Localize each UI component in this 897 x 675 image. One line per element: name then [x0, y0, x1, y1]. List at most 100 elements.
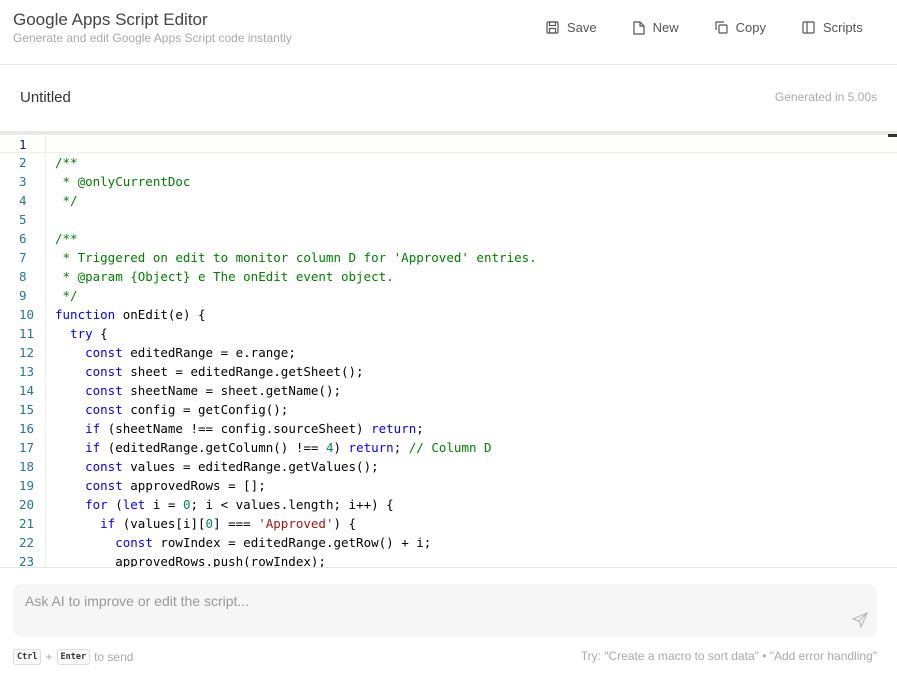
code-token: */	[55, 288, 78, 303]
line-number: 21	[0, 514, 45, 533]
send-button[interactable]	[852, 612, 868, 633]
code-text	[45, 135, 55, 152]
code-token: approvedRows = [];	[123, 478, 266, 493]
line-number: 16	[0, 419, 45, 438]
copy-button[interactable]: Copy	[715, 20, 766, 35]
code-line[interactable]: 13 const sheet = editedRange.getSheet();	[0, 362, 897, 381]
code-text: /**	[45, 229, 78, 248]
code-token	[55, 535, 115, 550]
line-number: 8	[0, 267, 45, 286]
prompt-box	[13, 584, 877, 637]
line-number: 19	[0, 476, 45, 495]
line-number: 11	[0, 324, 45, 343]
toolbar: Save New Copy Scripts	[546, 20, 897, 35]
line-number: 23	[0, 552, 45, 568]
code-text: if (sheetName !== config.sourceSheet) re…	[45, 419, 424, 438]
code-text: const rowIndex = editedRange.getRow() + …	[45, 533, 431, 552]
code-token: */	[55, 193, 78, 208]
code-token: /**	[55, 231, 78, 246]
line-number: 9	[0, 286, 45, 305]
code-token: sheetName = sheet.getName();	[123, 383, 341, 398]
code-text: const editedRange = e.range;	[45, 343, 296, 362]
scripts-label: Scripts	[823, 20, 863, 35]
line-number: 20	[0, 495, 45, 514]
code-token: let	[123, 497, 146, 512]
code-line[interactable]: 23 approvedRows.push(rowIndex);	[0, 552, 897, 568]
code-line[interactable]: 11 try {	[0, 324, 897, 343]
code-line[interactable]: 7 * Triggered on edit to monitor column …	[0, 248, 897, 267]
code-text: const sheetName = sheet.getName();	[45, 381, 341, 400]
new-button[interactable]: New	[633, 20, 679, 35]
code-text: * @param {Object} e The onEdit event obj…	[45, 267, 394, 286]
code-line[interactable]: 20 for (let i = 0; i < values.length; i+…	[0, 495, 897, 514]
code-token: approvedRows.push(rowIndex);	[55, 554, 326, 568]
code-line[interactable]: 16 if (sheetName !== config.sourceSheet)…	[0, 419, 897, 438]
app-header: Google Apps Script Editor Generate and e…	[0, 0, 897, 65]
code-line[interactable]: 21 if (values[i][0] === 'Approved') {	[0, 514, 897, 533]
code-editor[interactable]: 12/**3 * @onlyCurrentDoc4 */56/**7 * Tri…	[0, 131, 897, 568]
save-button[interactable]: Save	[546, 20, 597, 35]
code-text	[45, 210, 55, 229]
code-line[interactable]: 9 */	[0, 286, 897, 305]
code-line[interactable]: 18 const values = editedRange.getValues(…	[0, 457, 897, 476]
copy-icon	[715, 21, 728, 34]
code-text: approvedRows.push(rowIndex);	[45, 552, 326, 568]
code-token	[55, 440, 85, 455]
code-token: * @onlyCurrentDoc	[55, 174, 190, 189]
code-line[interactable]: 1	[0, 134, 897, 153]
code-token: ] ===	[213, 516, 258, 531]
code-token: * @param {Object} e The onEdit event obj…	[55, 269, 394, 284]
line-number: 12	[0, 343, 45, 362]
line-number: 6	[0, 229, 45, 248]
code-line[interactable]: 3 * @onlyCurrentDoc	[0, 172, 897, 191]
code-token: return	[371, 421, 416, 436]
code-text: */	[45, 191, 78, 210]
code-line[interactable]: 14 const sheetName = sheet.getName();	[0, 381, 897, 400]
code-token: )	[333, 440, 348, 455]
new-file-icon	[633, 21, 645, 35]
code-token: config = getConfig();	[123, 402, 289, 417]
scripts-button[interactable]: Scripts	[802, 20, 863, 35]
code-token	[55, 421, 85, 436]
code-token: /**	[55, 155, 78, 170]
line-number: 14	[0, 381, 45, 400]
scrollbar[interactable]	[888, 134, 897, 137]
code-token: if	[85, 421, 100, 436]
code-line[interactable]: 10function onEdit(e) {	[0, 305, 897, 324]
document-title[interactable]: Untitled	[20, 89, 71, 106]
code-token: function	[55, 307, 115, 322]
line-number: 5	[0, 210, 45, 229]
code-token	[55, 383, 85, 398]
code-token: (values[i][	[115, 516, 205, 531]
line-number: 15	[0, 400, 45, 419]
app-title: Google Apps Script Editor	[13, 10, 208, 30]
code-line[interactable]: 17 if (editedRange.getColumn() !== 4) re…	[0, 438, 897, 457]
code-token: try	[70, 326, 93, 341]
code-line[interactable]: 4 */	[0, 191, 897, 210]
code-token	[55, 459, 85, 474]
code-token: const	[85, 402, 123, 417]
code-line[interactable]: 12 const editedRange = e.range;	[0, 343, 897, 362]
code-line[interactable]: 19 const approvedRows = [];	[0, 476, 897, 495]
code-token: const	[85, 345, 123, 360]
code-line[interactable]: 5	[0, 210, 897, 229]
code-line[interactable]: 6 /**	[0, 229, 897, 248]
code-token	[55, 364, 85, 379]
ctrl-key: Ctrl	[13, 649, 41, 665]
code-text: for (let i = 0; i < values.length; i++) …	[45, 495, 394, 514]
code-line[interactable]: 8 * @param {Object} e The onEdit event o…	[0, 267, 897, 286]
code-token: rowIndex = editedRange.getRow() + i;	[153, 535, 431, 550]
code-line[interactable]: 15 const config = getConfig();	[0, 400, 897, 419]
code-token: // Column D	[409, 440, 492, 455]
send-icon	[852, 612, 868, 628]
code-token	[55, 402, 85, 417]
sidebar-icon	[802, 21, 815, 34]
prompt-input[interactable]	[25, 593, 825, 609]
line-number: 4	[0, 191, 45, 210]
code-line[interactable]: 22 const rowIndex = editedRange.getRow()…	[0, 533, 897, 552]
code-token: 0	[206, 516, 214, 531]
code-line[interactable]: 2/**	[0, 153, 897, 172]
code-token	[55, 478, 85, 493]
send-hint-text: to send	[94, 650, 133, 664]
code-token: editedRange = e.range;	[123, 345, 296, 360]
